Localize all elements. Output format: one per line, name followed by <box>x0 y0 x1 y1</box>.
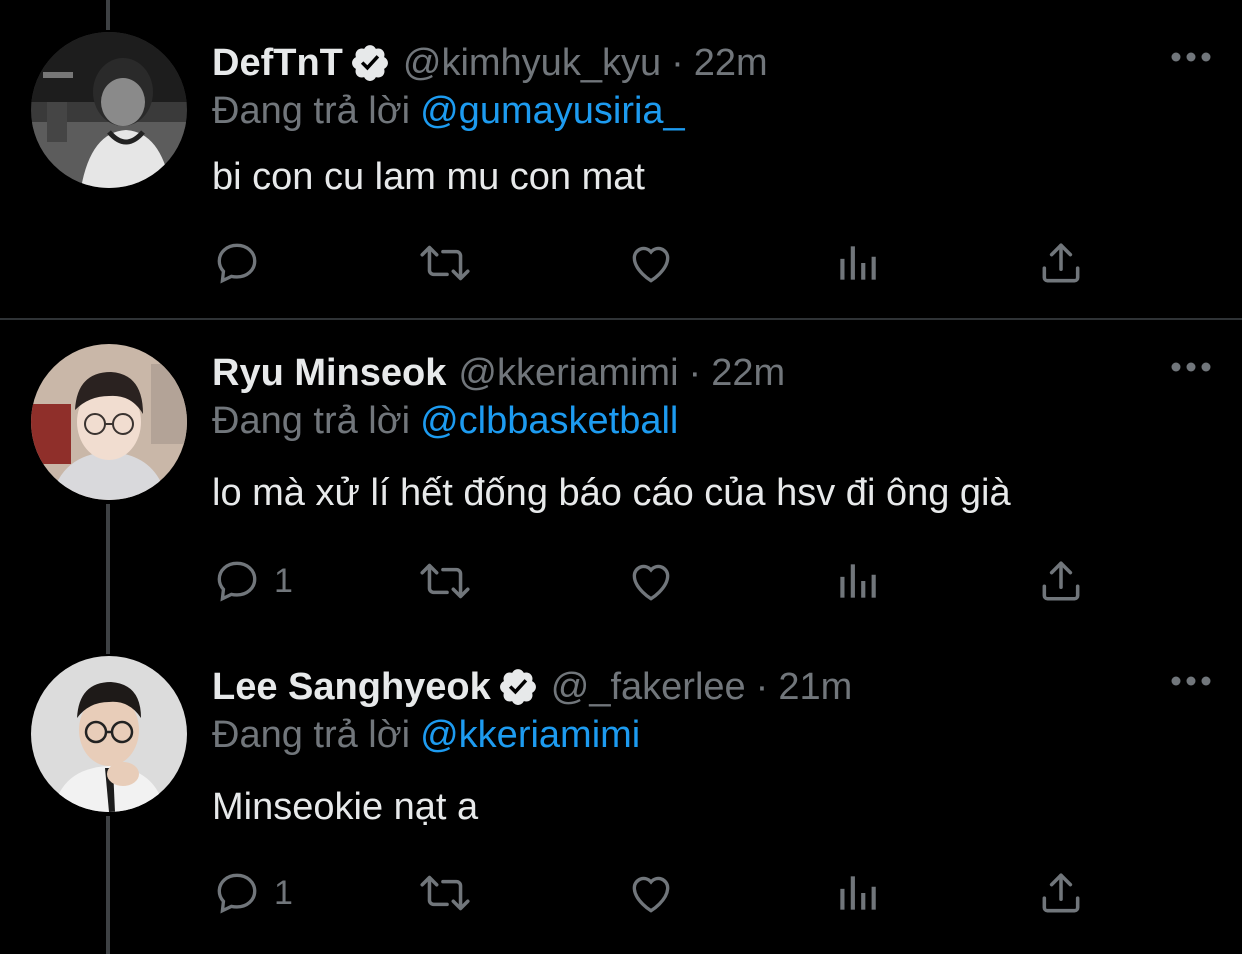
like-button[interactable] <box>626 238 676 288</box>
more-horizontal-icon[interactable] <box>1170 674 1212 688</box>
thread-line-top <box>106 0 110 30</box>
views-button[interactable] <box>832 556 882 606</box>
tweet-text: bi con cu lam mu con mat <box>212 156 645 198</box>
heart-icon <box>632 246 670 283</box>
retweet-button[interactable] <box>416 868 474 918</box>
bar-chart-icon <box>840 564 876 598</box>
author-name[interactable]: Lee Sanghyeok <box>212 666 491 709</box>
bar-chart-icon <box>840 246 876 280</box>
timestamp[interactable]: 21m <box>778 666 852 709</box>
heart-icon <box>632 876 670 913</box>
tweet[interactable]: Lee Sanghyeok @_fakerlee · 21m Đang trả … <box>0 656 1242 952</box>
share-upload-icon <box>1042 561 1080 601</box>
speech-bubble-icon <box>217 243 257 284</box>
retweet-button[interactable] <box>416 556 474 606</box>
replying-to: Đang trả lời @kkeriamimi <box>212 714 640 757</box>
heart-icon <box>632 564 670 601</box>
replying-to: Đang trả lời @gumayusiria_ <box>212 90 685 133</box>
action-bar: 1 <box>212 868 1112 918</box>
views-button[interactable] <box>832 868 882 918</box>
speech-bubble-icon <box>217 561 257 602</box>
share-button[interactable] <box>1036 556 1086 606</box>
reply-button[interactable]: 1 <box>212 868 293 918</box>
replying-to-label: Đang trả lời <box>212 90 411 132</box>
author-handle[interactable]: @kkeriamimi <box>458 352 678 395</box>
retweet-arrows-icon <box>420 563 470 599</box>
speech-bubble-icon <box>217 873 257 914</box>
action-bar <box>212 238 1112 288</box>
action-bar: 1 <box>212 556 1112 606</box>
tweet[interactable]: Ryu Minseok @kkeriamimi · 22m Đang trả l… <box>0 344 1242 638</box>
tweet-header: DefTnT @kimhyuk_kyu · 22m <box>212 38 768 88</box>
mention-link[interactable]: @clbbasketball <box>420 400 678 442</box>
like-button[interactable] <box>626 556 676 606</box>
retweet-arrows-icon <box>420 245 470 281</box>
author-name[interactable]: Ryu Minseok <box>212 352 446 395</box>
reply-button[interactable]: 1 <box>212 556 293 606</box>
author-handle[interactable]: @_fakerlee <box>551 666 746 709</box>
replying-to: Đang trả lời @clbbasketball <box>212 400 678 443</box>
retweet-arrows-icon <box>420 875 470 911</box>
author-name[interactable]: DefTnT <box>212 42 343 85</box>
timestamp[interactable]: 22m <box>711 352 785 395</box>
reply-button[interactable] <box>212 238 274 288</box>
author-handle[interactable]: @kimhyuk_kyu <box>403 42 661 85</box>
verified-badge-icon <box>499 669 536 705</box>
reply-count: 1 <box>274 873 293 912</box>
share-button[interactable] <box>1036 238 1086 288</box>
share-button[interactable] <box>1036 868 1086 918</box>
tweet-header: Lee Sanghyeok @_fakerlee · 21m <box>212 662 852 712</box>
more-horizontal-icon[interactable] <box>1170 50 1212 64</box>
separator-dot: · <box>671 41 684 84</box>
tweet-header: Ryu Minseok @kkeriamimi · 22m <box>212 348 785 398</box>
mention-link[interactable]: @kkeriamimi <box>420 714 640 756</box>
avatar[interactable] <box>31 32 187 188</box>
avatar[interactable] <box>31 344 187 500</box>
avatar[interactable] <box>31 656 187 812</box>
share-upload-icon <box>1042 873 1080 913</box>
tweet-divider <box>0 318 1242 320</box>
like-button[interactable] <box>626 868 676 918</box>
more-horizontal-icon[interactable] <box>1170 360 1212 374</box>
retweet-button[interactable] <box>416 238 474 288</box>
verified-badge-icon <box>351 45 388 81</box>
replying-to-label: Đang trả lời <box>212 714 411 756</box>
share-upload-icon <box>1042 243 1080 283</box>
tweet-text: Minseokie nạt a <box>212 786 479 828</box>
reply-count: 1 <box>274 561 293 600</box>
tweet-text: lo mà xử lí hết đống báo cáo của hsv đi … <box>212 472 1011 514</box>
replying-to-label: Đang trả lời <box>212 400 411 442</box>
separator-dot: · <box>688 351 702 394</box>
bar-chart-icon <box>840 876 876 910</box>
views-button[interactable] <box>832 238 882 288</box>
mention-link[interactable]: @gumayusiria_ <box>420 90 685 132</box>
tweet[interactable]: DefTnT @kimhyuk_kyu · 22m Đang trả lời @g… <box>0 32 1242 308</box>
timestamp[interactable]: 22m <box>694 42 768 85</box>
separator-dot: · <box>755 665 769 708</box>
